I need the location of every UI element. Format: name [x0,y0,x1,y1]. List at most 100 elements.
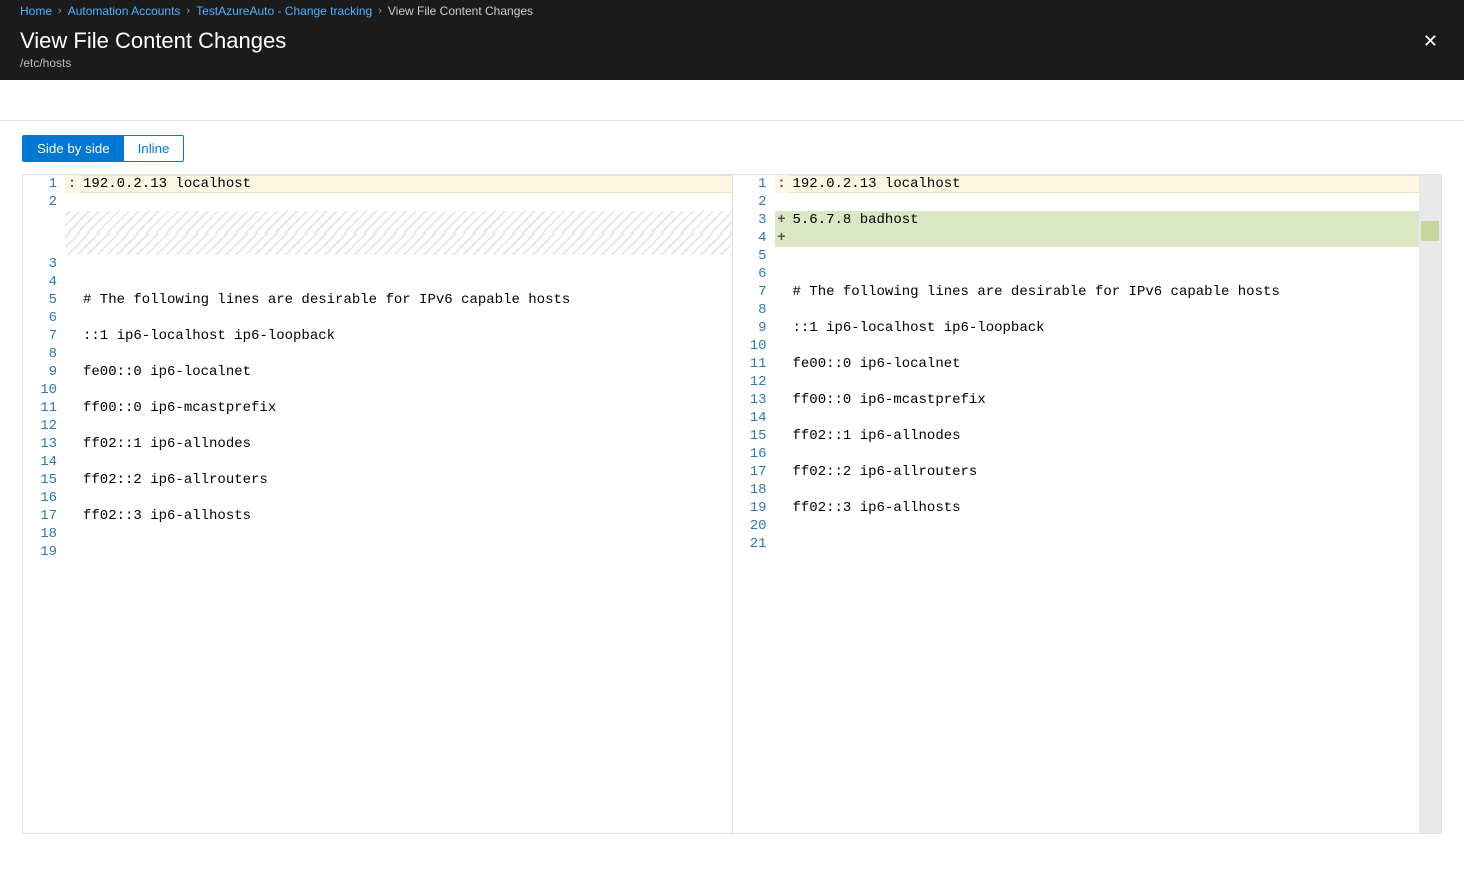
code-content: ff02::1 ip6-allnodes [789,427,1442,445]
code-content [789,445,1442,463]
change-marker [65,435,79,453]
change-marker [65,489,79,507]
diff-container: 1:192.0.2.13 localhost2345# The followin… [22,174,1442,834]
line-number: 16 [23,489,65,507]
change-marker [775,445,789,463]
line-number: 9 [733,319,775,337]
code-content: ff00::0 ip6-mcastprefix [79,399,732,417]
chevron-right-icon: › [378,5,382,17]
diff-row: 16 [23,489,732,507]
code-content: # The following lines are desirable for … [789,283,1442,301]
tab-side-by-side[interactable]: Side by side [23,136,124,161]
diff-row: 16 [733,445,1442,463]
diff-row: 13ff02::1 ip6-allnodes [23,435,732,453]
diff-row: 7# The following lines are desirable for… [733,283,1442,301]
tab-inline[interactable]: Inline [124,136,184,161]
change-marker [775,517,789,535]
change-marker [65,507,79,525]
change-marker [65,211,79,233]
change-marker [65,543,79,561]
change-marker [775,499,789,517]
diff-row: 21 [733,535,1442,553]
line-number: 21 [733,535,775,553]
code-content [79,345,732,363]
code-content [79,193,732,211]
diff-row: 15 ff02::1 ip6-allnodes [733,427,1442,445]
change-marker [775,355,789,373]
change-marker: + [775,211,789,229]
breadcrumb-item[interactable]: Home [20,4,52,18]
change-marker [65,291,79,309]
change-marker [65,309,79,327]
code-content [79,381,732,399]
line-number: 2 [733,193,775,211]
change-marker [65,471,79,489]
code-content [79,211,732,233]
change-marker [775,373,789,391]
minimap-scrollbar[interactable] [1419,175,1441,833]
change-marker [775,301,789,319]
diff-row: 19 [23,543,732,561]
breadcrumb-item[interactable]: TestAzureAuto - Change tracking [196,4,372,18]
line-number: 9 [23,363,65,381]
diff-row: 2 [733,193,1442,211]
close-icon[interactable]: ✕ [1417,28,1444,54]
change-marker [65,399,79,417]
code-content [789,535,1442,553]
line-number: 16 [733,445,775,463]
diff-row: 8 [23,345,732,363]
change-marker [775,427,789,445]
change-marker [775,463,789,481]
code-content: 5.6.7.8 badhost [789,211,1442,229]
content-area: Side by sideInline 1:192.0.2.13 localhos… [0,120,1464,834]
change-marker: : [775,175,789,193]
diff-row: 20 [733,517,1442,535]
code-content [79,309,732,327]
line-number [23,233,65,255]
line-number: 10 [23,381,65,399]
line-number: 12 [23,417,65,435]
diff-row: 10 [733,337,1442,355]
change-marker [775,265,789,283]
diff-pane-original: 1:192.0.2.13 localhost2345# The followin… [23,175,733,833]
code-content: ff02::2 ip6-allrouters [789,463,1442,481]
diff-row: 12 [733,373,1442,391]
diff-row [23,233,732,255]
diff-pane-modified: 1:192.0.2.13 localhost23+5.6.7.8 badhost… [733,175,1442,833]
code-content [79,525,732,543]
line-number: 3 [733,211,775,229]
line-number: 5 [733,247,775,265]
breadcrumb-item: View File Content Changes [388,4,533,18]
code-content: ff02::3 ip6-allhosts [789,499,1442,517]
code-content [789,193,1442,211]
diff-row: 5 [733,247,1442,265]
code-content [79,489,732,507]
code-content [79,417,732,435]
line-number: 4 [733,229,775,247]
code-content [79,255,732,273]
diff-row: 6 [23,309,732,327]
code-content [789,301,1442,319]
line-number: 6 [23,309,65,327]
line-number: 18 [733,481,775,499]
line-number: 15 [733,427,775,445]
line-number: 17 [23,507,65,525]
minimap-added-marker [1421,221,1439,241]
line-number: 20 [733,517,775,535]
diff-row: 18 [733,481,1442,499]
line-number: 8 [733,301,775,319]
diff-row: 7::1 ip6-localhost ip6-loopback [23,327,732,345]
diff-row [23,211,732,233]
breadcrumb-item[interactable]: Automation Accounts [68,4,181,18]
code-content [79,453,732,471]
code-content: ff00::0 ip6-mcastprefix [789,391,1442,409]
line-number: 4 [23,273,65,291]
diff-row: 9::1 ip6-localhost ip6-loopback [733,319,1442,337]
line-number: 13 [23,435,65,453]
diff-row: 3+5.6.7.8 badhost [733,211,1442,229]
diff-row: 2 [23,193,732,211]
code-content: ff02::2 ip6-allrouters [79,471,732,489]
change-marker [775,535,789,553]
code-content: 192.0.2.13 localhost [789,175,1442,193]
line-number: 12 [733,373,775,391]
